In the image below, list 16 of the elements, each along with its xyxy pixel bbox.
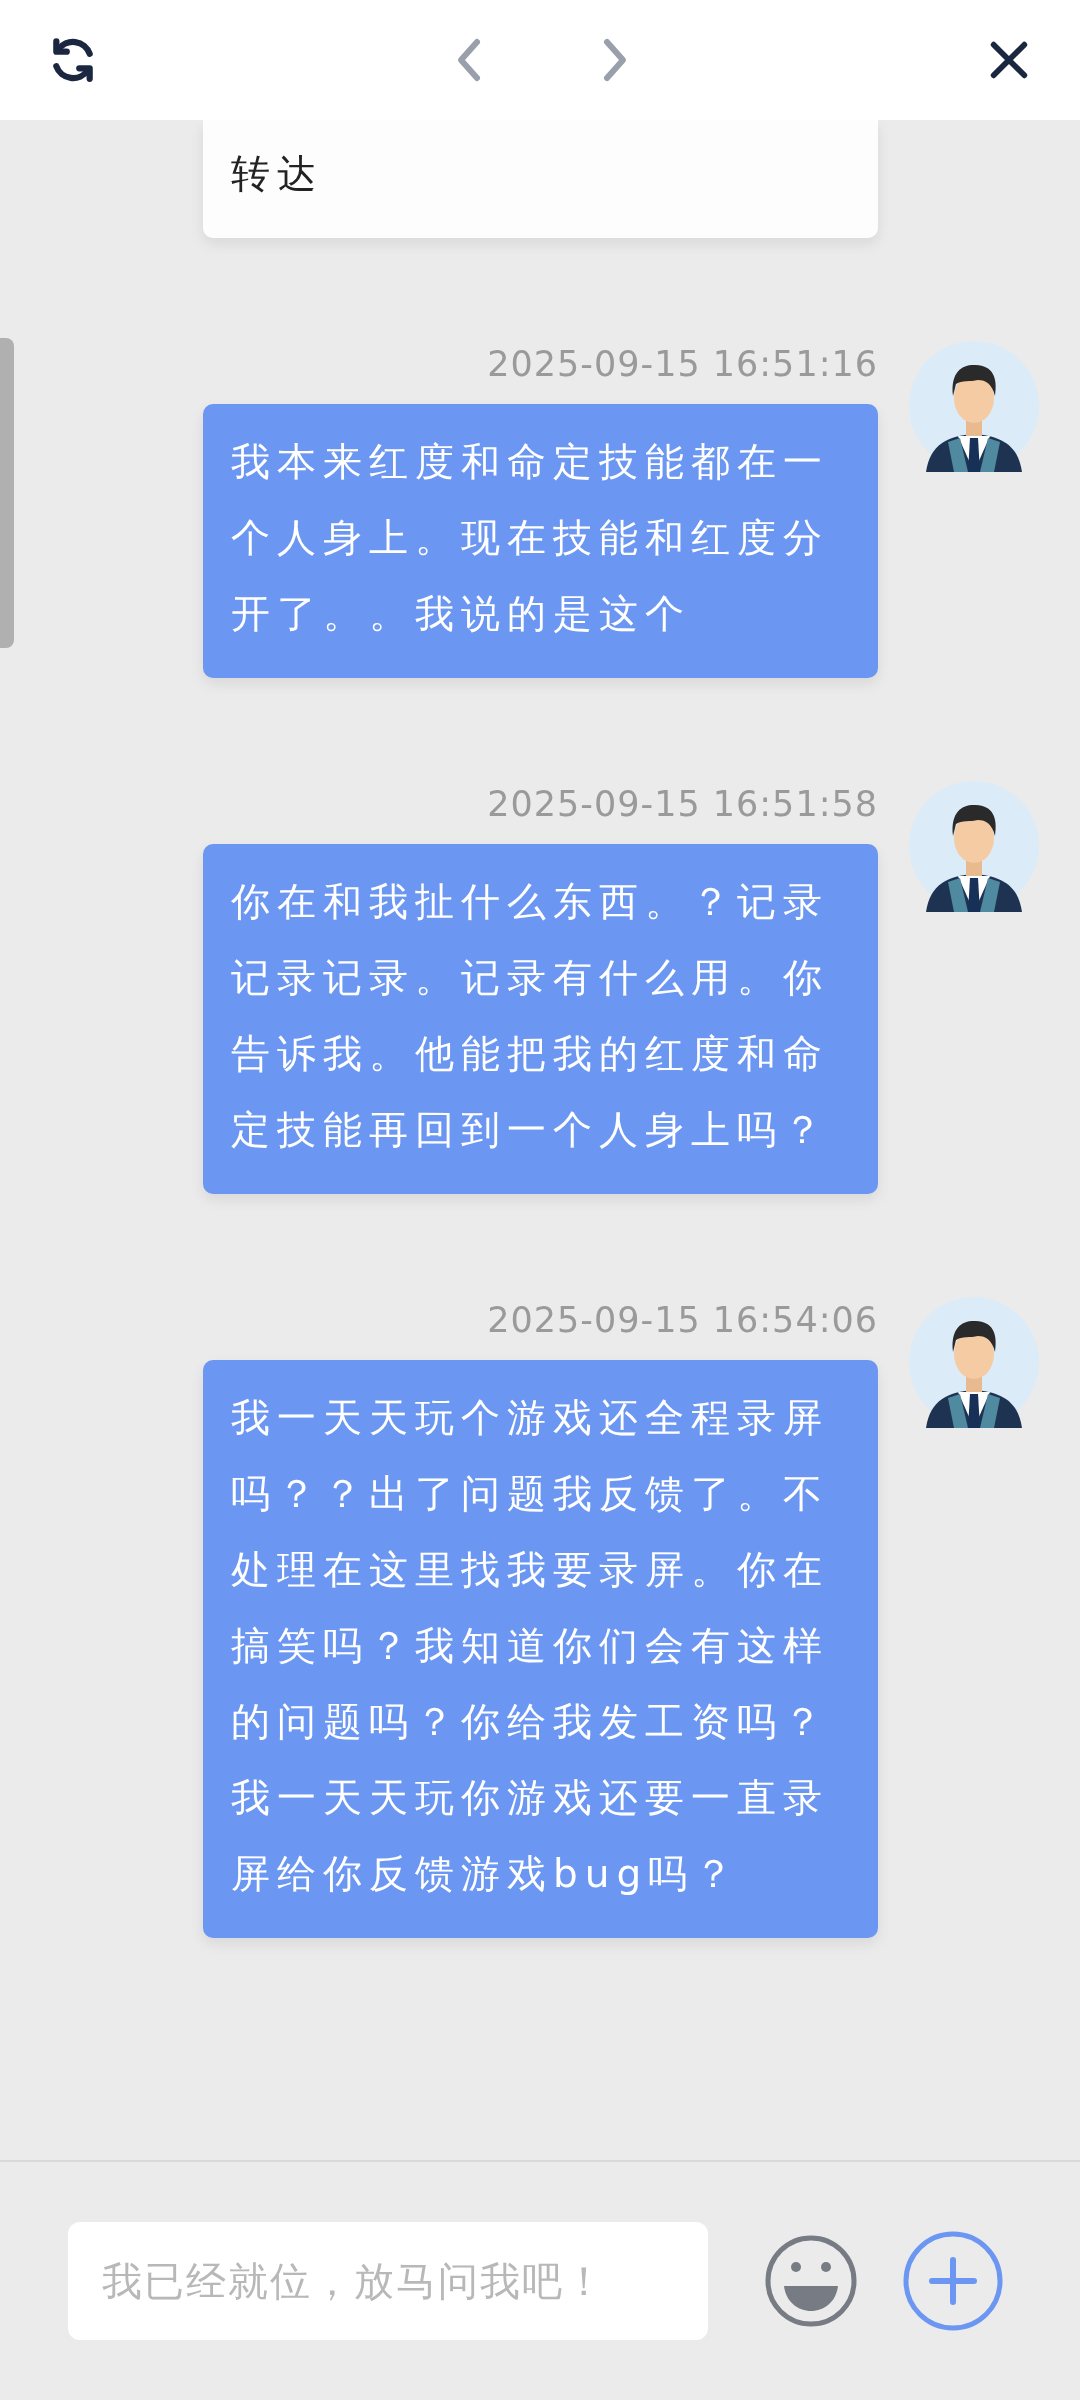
avatar-icon — [908, 780, 1040, 912]
avatar-icon — [908, 340, 1040, 472]
message-time: 2025-09-15 16:51:58 — [487, 784, 878, 824]
plus-icon — [902, 2230, 1004, 2332]
message-bubble: 我一天天玩个游戏还全程录屏吗？？出了问题我反馈了。不处理在这里找我要录屏。你在搞笑吗？我知道你们会有这样的问题吗？你给我发工资吗？我一天天玩你游戏还要一直录屏给你反馈游戏bug吗？ — [203, 1360, 878, 1938]
message-time: 2025-09-15 16:51:16 — [487, 344, 878, 384]
message-bubble: 转达 — [203, 120, 878, 238]
add-button[interactable] — [902, 2230, 1004, 2332]
smiley-icon — [764, 2234, 858, 2328]
message-bubble: 我本来红度和命定技能都在一个人身上。现在技能和红度分开了。。我说的是这个 — [203, 404, 878, 678]
avatar-icon — [908, 1296, 1040, 1428]
emoji-button[interactable] — [764, 2234, 858, 2328]
message-time: 2025-09-15 16:54:06 — [487, 1300, 878, 1340]
message-bubble: 你在和我扯什么东西。？记录记录记录。记录有什么用。你告诉我。他能把我的红度和命定技能再回到一个人身上吗？ — [203, 844, 878, 1194]
scroll-handle[interactable] — [0, 338, 14, 648]
message-input[interactable]: 我已经就位，放马问我吧！ — [68, 2222, 708, 2340]
